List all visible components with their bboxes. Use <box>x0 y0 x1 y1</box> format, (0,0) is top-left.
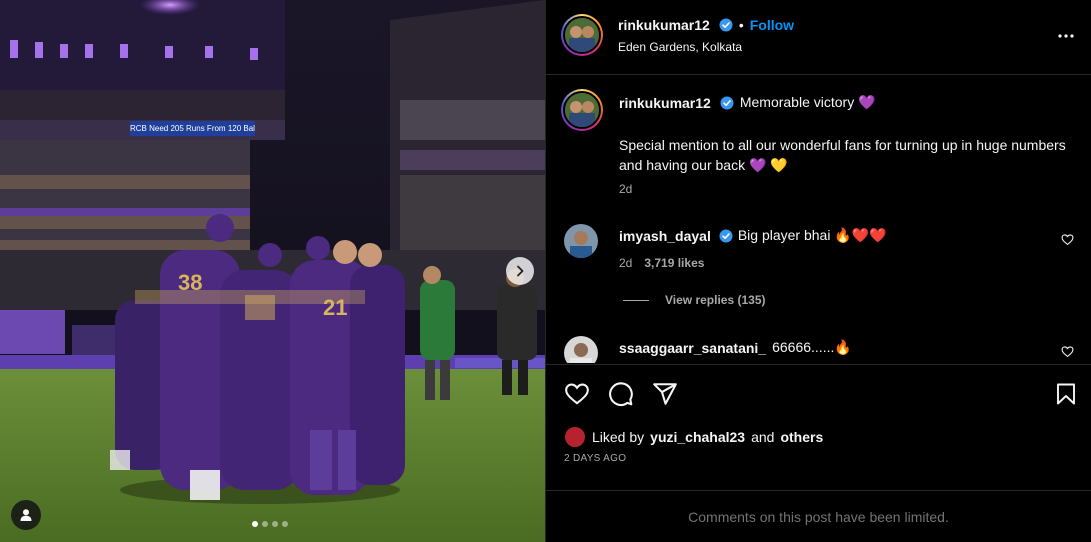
likes-and: and <box>751 429 775 445</box>
carousel-indicator <box>252 521 288 527</box>
comment-text: Big player bhai 🔥❤️❤️ <box>737 227 887 243</box>
header-separator: • <box>738 17 744 33</box>
commenter-avatar[interactable] <box>564 336 598 363</box>
comment-text: 66666......🔥 <box>772 339 852 355</box>
caption-time[interactable]: 2d <box>619 182 632 196</box>
author-username[interactable]: rinkukumar12 <box>618 17 710 33</box>
liker-avatar <box>564 426 586 448</box>
like-comment-button[interactable] <box>1061 233 1074 251</box>
heart-outline-icon <box>1061 346 1074 358</box>
verified-badge-icon <box>719 229 733 242</box>
likes-summary[interactable]: Liked by yuzi_chahal23 and others <box>564 426 823 448</box>
stadium-scoreboard: RCB Need 205 Runs From 120 Balls <box>130 121 255 136</box>
verified-badge-icon <box>720 96 734 109</box>
comment-meta: 2d 3,719 likes <box>619 256 704 270</box>
post-details-panel: rinkukumar12 • Follow Eden Gardens, Kolk… <box>545 0 1091 542</box>
save-button[interactable] <box>1054 381 1078 412</box>
commenter-username[interactable]: ssaaggaarr_sanatani_ <box>619 340 766 356</box>
comment-item: ssaaggaarr_sanatani_ 66666......🔥 <box>546 334 1091 363</box>
caption-headline: Memorable victory 💜 <box>739 94 876 110</box>
carousel-dot <box>282 521 288 527</box>
comments-limited-notice: Comments on this post have been limited. <box>546 490 1091 542</box>
post-media[interactable]: 38 21 RCB Need 205 Runs From 120 Balls <box>0 0 545 542</box>
verified-badge-icon <box>719 18 733 32</box>
avatar-photo <box>565 18 599 52</box>
heart-outline-icon <box>565 383 589 405</box>
share-button[interactable] <box>652 381 678 412</box>
follow-button[interactable]: Follow <box>750 17 794 33</box>
chevron-right-icon <box>517 265 524 277</box>
avatar-photo <box>564 336 598 363</box>
comment-button[interactable] <box>608 381 634 412</box>
more-options-button[interactable] <box>1057 27 1075 50</box>
tagged-users-button[interactable] <box>11 500 41 530</box>
post-photo: 38 21 <box>0 0 545 542</box>
carousel-dot-active <box>252 521 258 527</box>
svg-text:38: 38 <box>178 270 202 295</box>
comment-time[interactable]: 2d <box>619 256 632 270</box>
view-replies-label: View replies (135) <box>665 293 766 307</box>
caption-body: Special mention to all our wonderful fan… <box>619 137 1066 173</box>
paper-plane-icon <box>653 383 677 405</box>
heart-outline-icon <box>1061 234 1074 246</box>
next-slide-button[interactable] <box>506 257 534 285</box>
like-button[interactable] <box>564 381 590 412</box>
post-actions-bar <box>546 364 1091 424</box>
likes-others[interactable]: others <box>780 429 823 445</box>
caption-username[interactable]: rinkukumar12 <box>619 95 711 111</box>
comment-likes[interactable]: 3,719 likes <box>644 256 704 270</box>
replies-divider <box>623 299 649 301</box>
commenter-username[interactable]: imyash_dayal <box>619 228 711 244</box>
caption-author-avatar[interactable] <box>561 89 603 131</box>
likes-prefix: Liked by <box>592 429 645 445</box>
more-horizontal-icon <box>1058 34 1074 38</box>
bookmark-icon <box>1057 383 1075 405</box>
carousel-dot <box>262 521 268 527</box>
post-header: rinkukumar12 • Follow Eden Gardens, Kolk… <box>546 0 1091 75</box>
carousel-dot <box>272 521 278 527</box>
like-comment-button[interactable] <box>1061 345 1074 363</box>
author-avatar[interactable] <box>561 14 603 56</box>
post-date[interactable]: 2 DAYS AGO <box>564 453 626 464</box>
comments-list[interactable]: rinkukumar12 Memorable victory 💜 Special… <box>546 76 1091 363</box>
comment-bubble-icon <box>609 382 633 406</box>
avatar-photo <box>564 224 598 258</box>
view-replies-button[interactable]: View replies (135) <box>623 293 766 307</box>
user-icon <box>20 509 32 521</box>
avatar-photo <box>565 93 599 127</box>
commenter-avatar[interactable] <box>564 224 598 258</box>
post-location[interactable]: Eden Gardens, Kolkata <box>618 40 742 54</box>
liker-username[interactable]: yuzi_chahal23 <box>650 429 745 445</box>
svg-text:21: 21 <box>323 295 347 320</box>
comment-item: imyash_dayal Big player bhai 🔥❤️❤️ 2d 3,… <box>546 221 1091 321</box>
